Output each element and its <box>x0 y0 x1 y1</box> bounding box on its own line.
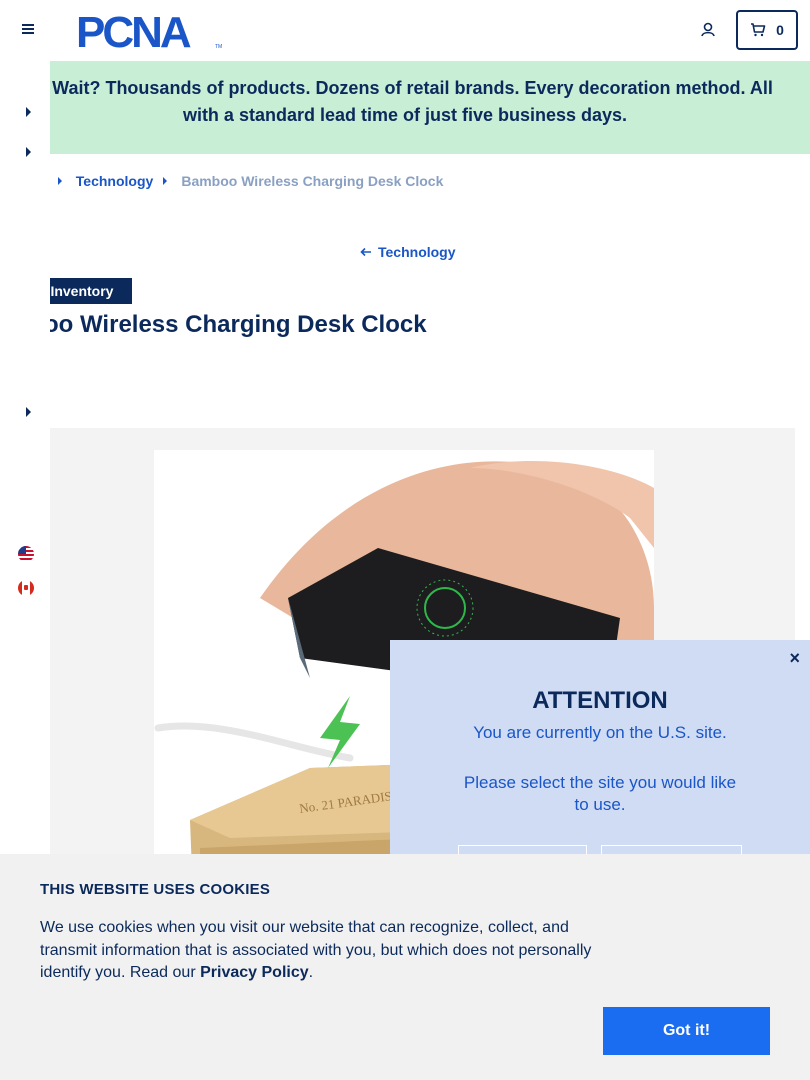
breadcrumb-current: Bamboo Wireless Charging Desk Clock <box>181 173 444 189</box>
banner-line-1: y Wait? Thousands of products. Dozens of… <box>37 78 773 98</box>
account-icon[interactable] <box>698 20 718 40</box>
cart-count: 0 <box>776 22 784 38</box>
us-flag-icon[interactable] <box>18 546 34 562</box>
banner-line-2: with a standard lead time of just five b… <box>182 105 628 125</box>
modal-close-icon[interactable]: × <box>789 648 800 669</box>
cart-button[interactable]: 0 <box>736 10 798 50</box>
back-link-label: Technology <box>378 244 456 260</box>
modal-title: ATTENTION <box>532 687 668 714</box>
back-to-category-link[interactable]: Technology <box>360 244 456 260</box>
sidebar-expand-arrow-icon[interactable] <box>26 147 31 157</box>
sidebar-expand-arrow-icon[interactable] <box>26 107 31 117</box>
breadcrumb-technology-link[interactable]: Technology <box>76 173 154 189</box>
site-header: PCNA TM 0 <box>0 0 810 61</box>
breadcrumb: e Technology Bamboo Wireless Charging De… <box>40 172 443 190</box>
cookie-banner: THIS WEBSITE USES COOKIES We use cookies… <box>0 854 810 1080</box>
breadcrumb-separator-icon <box>57 177 62 185</box>
cart-icon <box>751 23 766 37</box>
cookie-message: We use cookies when you visit our websit… <box>40 919 592 981</box>
privacy-policy-link[interactable]: Privacy Policy <box>200 964 309 981</box>
breadcrumb-separator-icon <box>163 177 168 185</box>
modal-message: You are currently on the U.S. site. <box>473 723 727 742</box>
logo-tm: TM <box>215 44 222 50</box>
arrow-left-icon <box>360 247 371 257</box>
pcna-logo[interactable]: PCNA TM <box>76 10 224 50</box>
logo-text: PCNA <box>76 10 191 50</box>
cookie-title: THIS WEBSITE USES COOKIES <box>40 881 271 898</box>
hamburger-menu-icon[interactable] <box>20 22 36 38</box>
product-title: mboo Wireless Charging Desk Clock <box>8 311 427 338</box>
accept-cookies-button[interactable]: Got it! <box>603 1007 770 1055</box>
site-select-modal: × ATTENTION You are currently on the U.S… <box>390 640 810 865</box>
modal-prompt: Please select the site you would like to… <box>463 773 737 814</box>
promo-banner: y Wait? Thousands of products. Dozens of… <box>0 61 810 154</box>
sidebar-expand-arrow-icon[interactable] <box>26 407 31 417</box>
canada-flag-icon[interactable] <box>18 580 34 596</box>
cookie-text-block: We use cookies when you visit our websit… <box>40 917 605 985</box>
cookie-period: . <box>308 964 314 981</box>
